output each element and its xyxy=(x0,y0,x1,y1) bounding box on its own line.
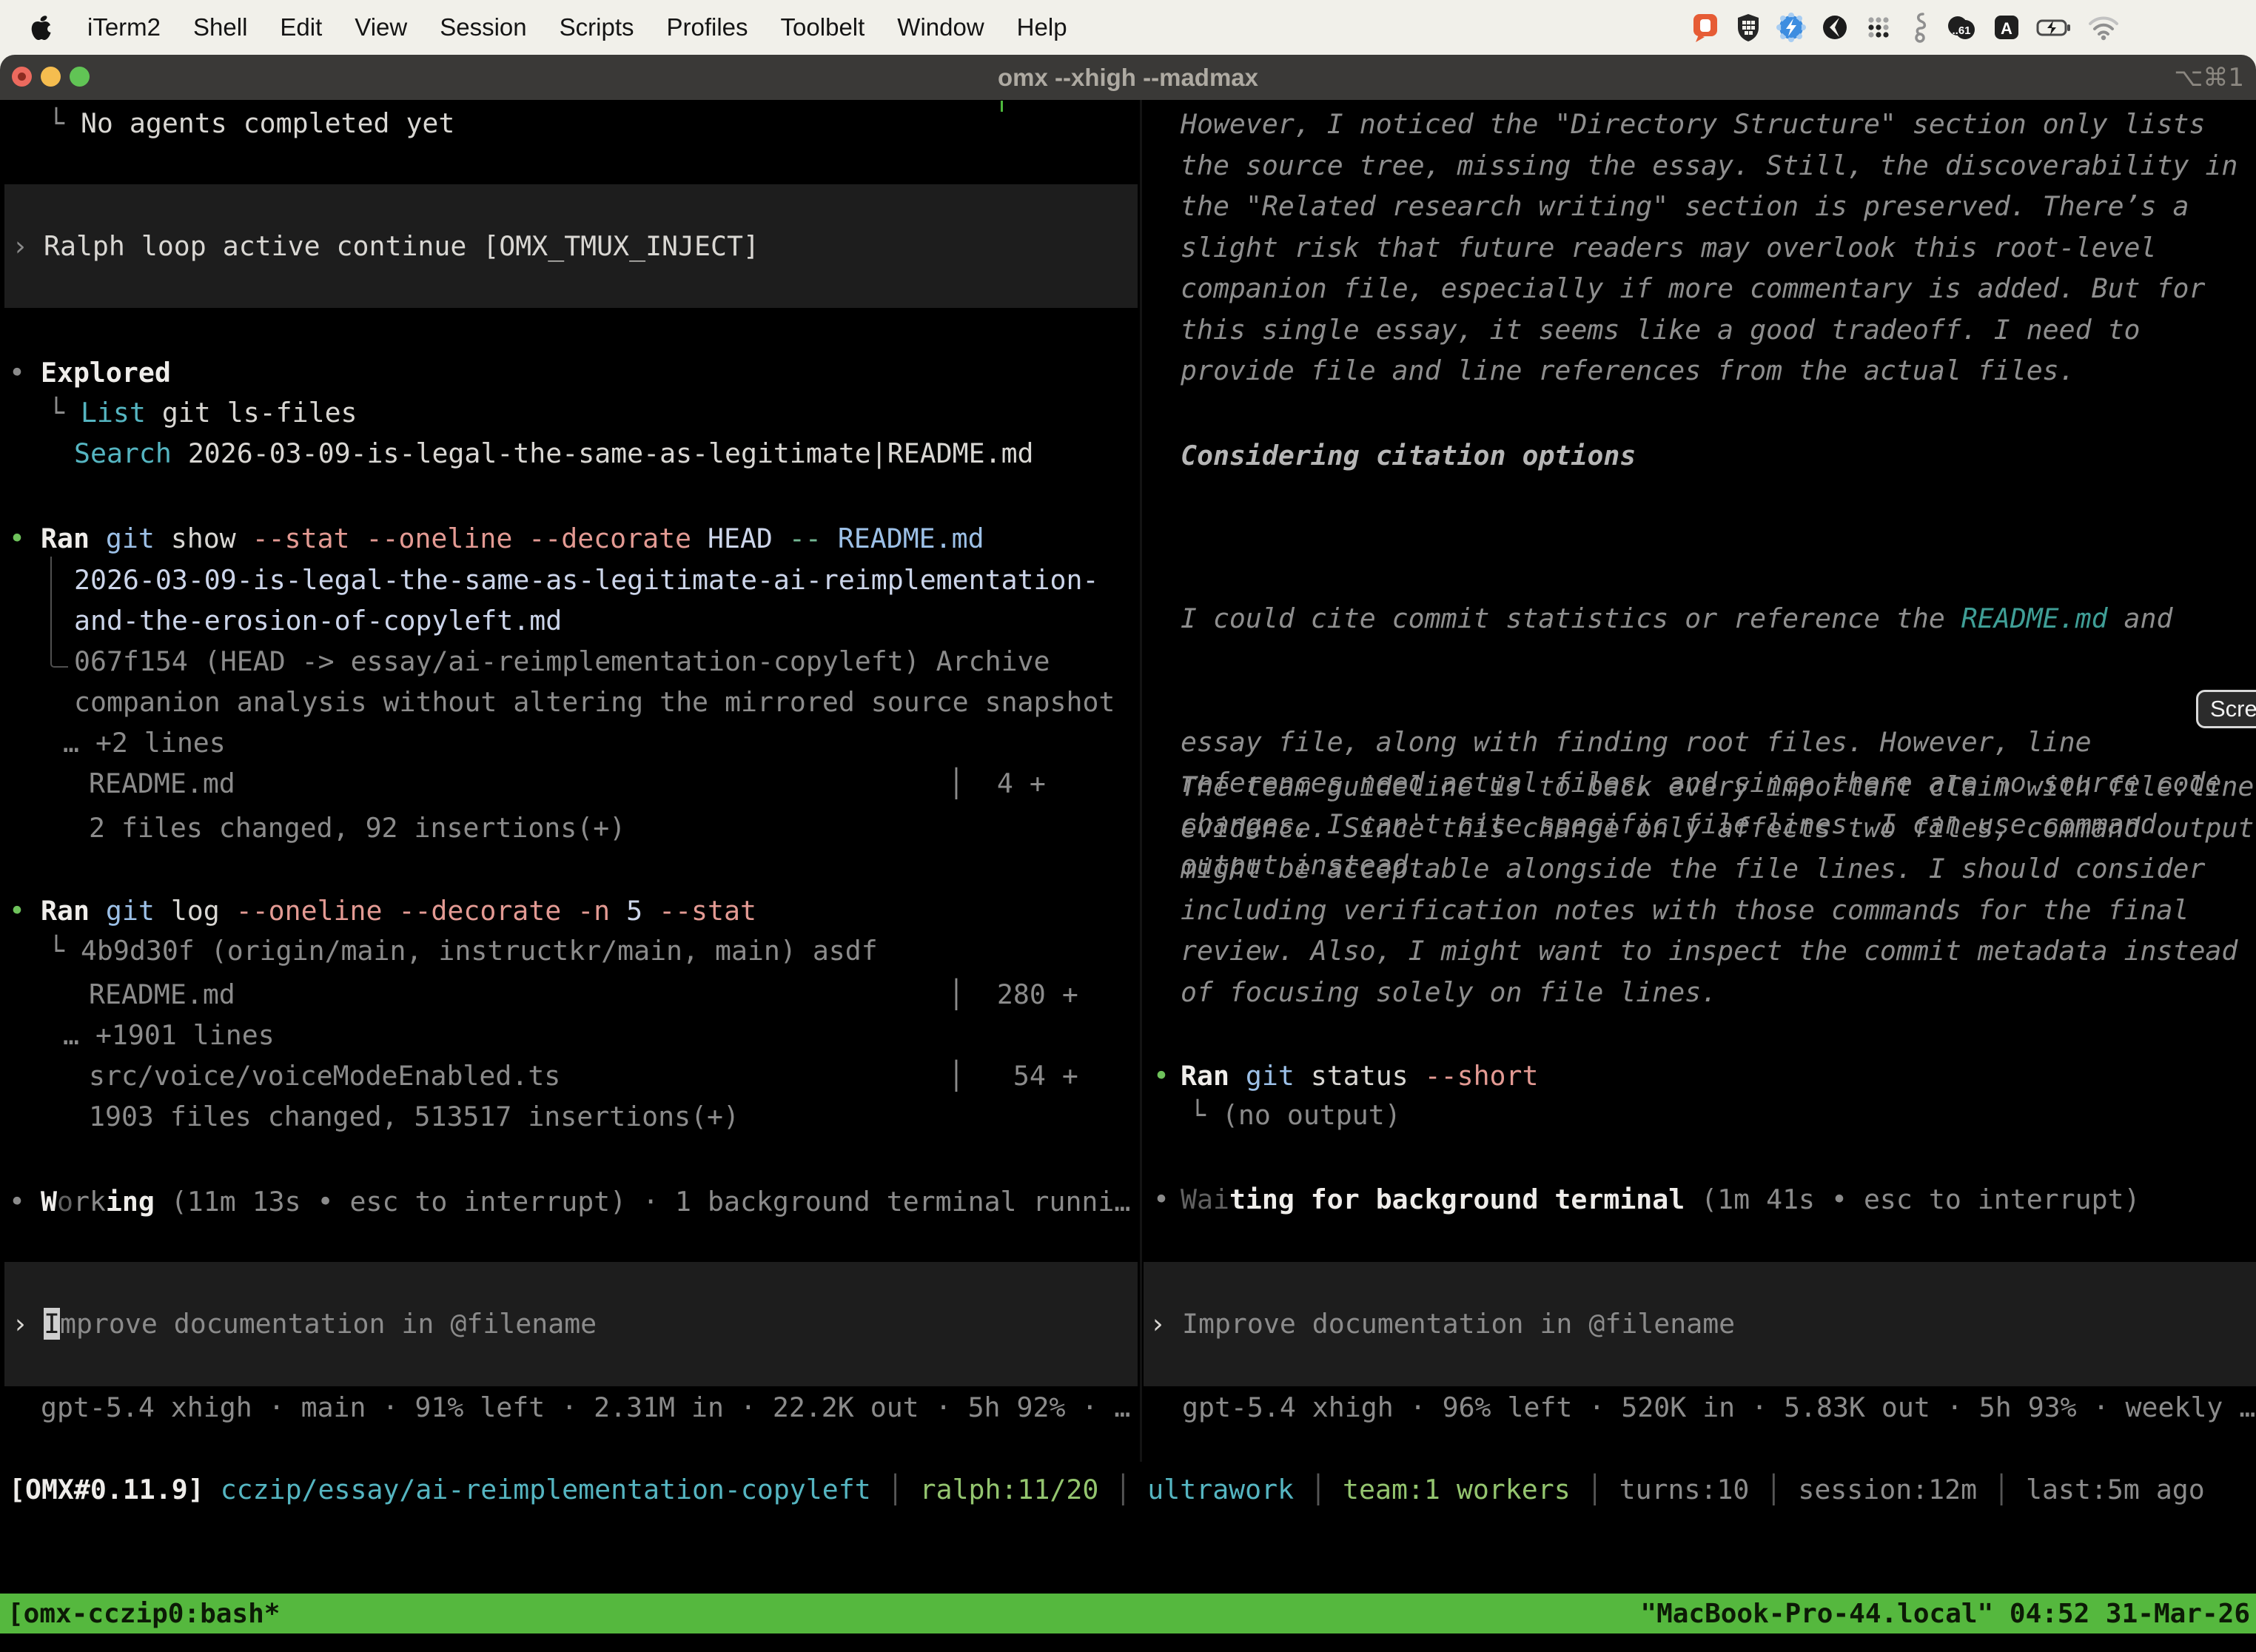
omx-status-bar: [OMX#0.11.9] cczip/essay/ai-reimplementa… xyxy=(9,1469,2205,1510)
menu-item[interactable]: View xyxy=(355,13,407,41)
pane-status-line: gpt-5.4 xhigh · main · 91% left · 2.31M … xyxy=(41,1387,1130,1428)
window-title: omx --xhigh --madmax xyxy=(0,55,2256,100)
menu-item[interactable]: Help xyxy=(1017,13,1067,41)
truncation-line: … +1901 lines xyxy=(63,1015,275,1055)
prompt-chevron: › xyxy=(12,1303,28,1344)
letter-a-icon[interactable]: A xyxy=(1991,12,2022,43)
left-pane: └ No agents completed yet › Ralph loop a… xyxy=(0,100,1140,1462)
menubar-status-icons: ..61 A xyxy=(1690,0,2121,55)
stat-summary: 1903 files changed, 513517 insertions(+) xyxy=(89,1096,739,1137)
stat-count: │ 280 + xyxy=(948,974,1078,1015)
working-status-line: Working (11m 13s • esc to interrupt) · 1… xyxy=(41,1181,1130,1222)
shield-grid-icon[interactable] xyxy=(1733,12,1763,43)
ralph-loop-box[interactable]: › Ralph loop active continue [OMX_TMUX_I… xyxy=(4,184,1138,308)
bullet-icon: • xyxy=(9,1181,25,1222)
bullet-icon: • xyxy=(9,352,25,393)
reasoning-lines: essay file, along with finding root file… xyxy=(1181,722,2221,763)
git-log-command: Ran git log --oneline --decorate -n 5 --… xyxy=(41,890,756,931)
stat-count: │ 4 + xyxy=(948,763,1046,804)
right-pane: However, I noticed the "Directory Struct… xyxy=(1144,100,2256,1462)
screen-pill-overlay[interactable]: Scre xyxy=(2196,690,2256,728)
tmux-host-clock-label: "MacBook-Pro-44.local" 04:52 31-Mar-26 xyxy=(1640,1599,2256,1629)
prompt-chevron: › xyxy=(12,226,28,266)
stat-filename: src/voice/voiceModeEnabled.ts xyxy=(89,1055,560,1096)
battery-badge-label: ..61 xyxy=(1952,24,1970,37)
blue-bolt-badge-icon[interactable] xyxy=(1776,12,1807,43)
menu-item[interactable]: iTerm2 xyxy=(87,13,161,41)
menu-item[interactable]: Window xyxy=(897,13,984,41)
tree-connector xyxy=(50,557,68,668)
menu-bar: iTerm2 Shell Edit View Session Scripts P… xyxy=(0,0,2256,55)
letter-a-label: A xyxy=(2001,19,2012,38)
tmux-session-label: [omx-cczip0:bash* xyxy=(0,1599,280,1629)
explored-search-line: Search 2026-03-09-is-legal-the-same-as-l… xyxy=(74,433,1034,474)
menu-item[interactable]: Edit xyxy=(280,13,322,41)
menu-item[interactable]: Toolbelt xyxy=(781,13,865,41)
bullet-icon: • xyxy=(9,518,25,559)
window-shortcut-badge: ⌥⌘1 xyxy=(2174,55,2244,100)
menu-item[interactable]: Scripts xyxy=(560,13,634,41)
screen-recording-icon[interactable] xyxy=(1690,11,1721,44)
no-output-line: └ (no output) xyxy=(1189,1095,1401,1135)
prompt-chevron: › xyxy=(1149,1303,1166,1344)
screen-pill-label: Scre xyxy=(2210,696,2256,722)
battery-61-badge-icon[interactable]: ..61 xyxy=(1944,12,1978,43)
battery-charging-icon[interactable] xyxy=(2035,12,2073,43)
pane-divider xyxy=(1140,100,1142,1462)
bullet-icon: • xyxy=(1153,1179,1169,1220)
prompt-input-text: Improve documentation in @filename xyxy=(44,1303,597,1344)
apple-menu-icon[interactable] xyxy=(28,13,55,42)
ralph-loop-text: Ralph loop active continue [OMX_TMUX_INJ… xyxy=(44,226,759,266)
hook-icon[interactable] xyxy=(1907,11,1932,44)
git-log-commit-line: └ 4b9d30f (origin/main, instructkr/main,… xyxy=(48,930,878,971)
git-show-command: Ran git show --stat --oneline --decorate… xyxy=(41,518,984,559)
menu-item[interactable]: Profiles xyxy=(667,13,748,41)
explored-list-line: └ List git ls-files xyxy=(48,392,357,433)
bullet-icon: • xyxy=(9,890,25,931)
bullet-icon: • xyxy=(1153,1055,1169,1096)
terminal: └ No agents completed yet › Ralph loop a… xyxy=(0,100,2256,1652)
reasoning-paragraph: The team guideline is to back every impo… xyxy=(1181,766,2254,1013)
reasoning-paragraph: However, I noticed the "Directory Struct… xyxy=(1181,104,2237,392)
menu-item[interactable]: Session xyxy=(440,13,526,41)
reasoning-line: I could cite commit statistics or refere… xyxy=(1181,598,2221,639)
prompt-input[interactable]: › Improve documentation in @filename xyxy=(4,1262,1138,1386)
prompt-input[interactable]: › Improve documentation in @filename xyxy=(1144,1262,2256,1386)
stat-filename: README.md xyxy=(89,974,235,1015)
play-circle-icon[interactable] xyxy=(1819,12,1850,43)
git-show-commit-line: companion analysis without altering the … xyxy=(74,682,1115,722)
git-status-command: Ran git status --short xyxy=(1181,1055,1538,1096)
reasoning-heading: Considering citation options xyxy=(1181,435,1636,476)
waiting-status-line: Waiting for background terminal (1m 41s … xyxy=(1181,1179,2141,1220)
screen: iTerm2 Shell Edit View Session Scripts P… xyxy=(0,0,2256,1652)
menu-item[interactable]: Shell xyxy=(193,13,247,41)
git-show-arg-cont: 2026-03-09-is-legal-the-same-as-legitima… xyxy=(74,560,1098,600)
pane-status-line: gpt-5.4 xhigh · 96% left · 520K in · 5.8… xyxy=(1182,1387,2255,1428)
agents-status-line: └ No agents completed yet xyxy=(48,103,454,144)
wifi-icon[interactable] xyxy=(2086,13,2121,42)
stat-count: │ 54 + xyxy=(948,1055,1078,1096)
truncation-line: … +2 lines xyxy=(63,722,226,763)
git-show-arg-cont: and-the-erosion-of-copyleft.md xyxy=(74,600,562,641)
tmux-status-bar: [omx-cczip0:bash* "MacBook-Pro-44.local"… xyxy=(0,1594,2256,1633)
stat-filename: README.md xyxy=(89,763,235,804)
prompt-input-text: Improve documentation in @filename xyxy=(1182,1303,1735,1344)
stat-summary: 2 files changed, 92 insertions(+) xyxy=(89,807,625,848)
explored-title: Explored xyxy=(41,352,171,393)
dots-grid-icon[interactable] xyxy=(1863,12,1894,43)
git-show-commit-line: 067f154 (HEAD -> essay/ai-reimplementati… xyxy=(74,641,1050,682)
